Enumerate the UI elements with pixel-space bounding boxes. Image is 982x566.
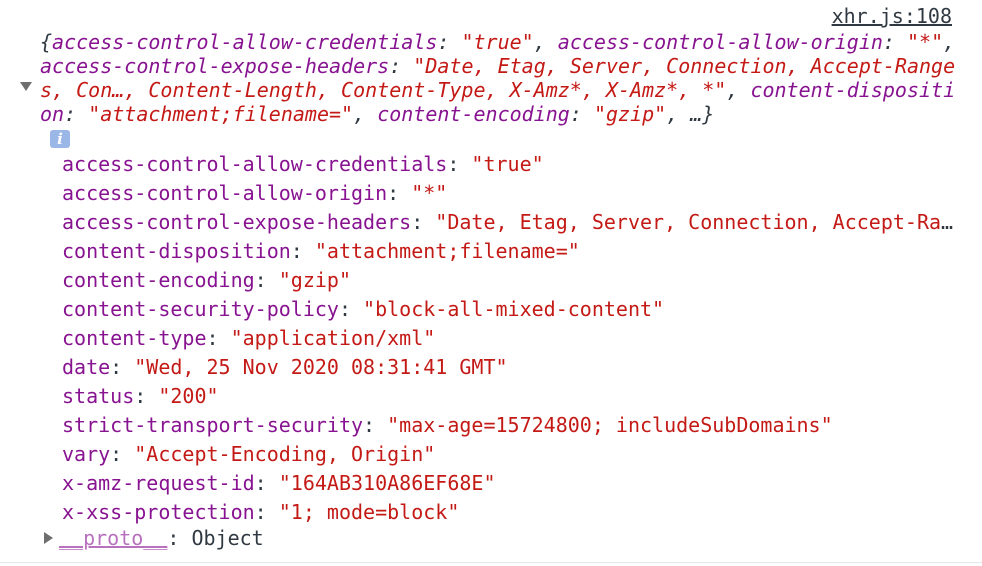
summary-entry: access-control-allow-origin: "*" [557,30,944,54]
property-row: date: "Wed, 25 Nov 2020 08:31:41 GMT" [62,355,508,379]
source-link[interactable]: xhr.js:108 [832,4,952,28]
property-key: strict-transport-security [62,413,364,437]
summary-value: "*" [907,30,944,54]
property-key: vary [62,442,111,466]
info-icon[interactable]: i [50,130,70,148]
property-row: x-xss-protection: "1; mode=block" [62,500,460,524]
summary-key: access-control-expose-headers [40,54,390,78]
summary-open-brace: { [40,30,53,54]
property-row: access-control-allow-credentials: "true" [62,152,544,176]
property-key: date [62,355,111,379]
proto-row[interactable]: __proto__: Object [44,524,264,553]
summary-key: access-control-allow-origin [557,30,883,54]
property-row: content-security-policy: "block-all-mixe… [62,297,665,321]
property-value[interactable]: "attachment;filename=" [315,239,580,263]
property-row: content-type: "application/xml" [62,326,436,350]
property-key: content-disposition [62,239,291,263]
property-row: x-amz-request-id: "164AB310A86EF68E" [62,471,496,495]
property-value[interactable]: "block-all-mixed-content" [363,297,664,321]
property-key: access-control-allow-credentials [62,152,448,176]
summary-value: "gzip" [593,102,667,126]
object-summary[interactable]: {access-control-allow-credentials: "true… [40,30,962,126]
property-row: status: "200" [62,384,219,408]
expand-triangle-icon[interactable] [20,82,32,91]
property-key: access-control-allow-origin [62,181,388,205]
property-row: access-control-allow-origin: "*" [62,181,448,205]
property-value[interactable]: "*" [411,181,447,205]
summary-value: "true" [461,30,534,54]
proto-key: __proto__ [59,526,168,550]
property-key: status [62,384,135,408]
property-row: vary: "Accept-Encoding, Origin" [62,442,436,466]
property-value[interactable]: "200" [158,384,218,408]
summary-close: , …} [666,102,715,126]
property-value[interactable]: "true" [471,152,543,176]
property-key: content-security-policy [62,297,339,321]
property-key: content-type [62,326,207,350]
collapsed-triangle-icon[interactable] [44,531,53,544]
property-row: content-encoding: "gzip" [62,268,351,292]
property-value[interactable]: "1; mode=block" [279,500,460,524]
property-key: x-amz-request-id [62,471,255,495]
summary-entry: access-control-allow-credentials: "true" [52,30,534,54]
property-value[interactable]: "Accept-Encoding, Origin" [134,442,435,466]
property-list: access-control-allow-credentials: "true"… [62,150,962,527]
summary-key: access-control-allow-credentials [52,30,438,54]
console-divider [0,562,982,563]
summary-value: "attachment;filename=" [88,102,354,126]
property-row: content-disposition: "attachment;filenam… [62,239,580,263]
property-key: access-control-expose-headers [62,210,412,234]
property-row: access-control-expose-headers: "Date, Et… [62,208,962,237]
property-value[interactable]: "Date, Etag, Server, Connection, Accept-… [435,210,962,234]
property-key: content-encoding [62,268,255,292]
property-row: strict-transport-security: "max-age=1572… [62,413,833,437]
proto-value: Object [191,526,264,550]
property-key: x-xss-protection [62,500,255,524]
property-value[interactable]: "application/xml" [231,326,436,350]
property-value[interactable]: "Wed, 25 Nov 2020 08:31:41 GMT" [134,355,507,379]
summary-key: content-encoding [377,102,570,126]
property-value[interactable]: "gzip" [279,268,351,292]
summary-entry: content-encoding: "gzip" [377,102,667,126]
property-value[interactable]: "max-age=15724800; includeSubDomains" [387,413,833,437]
property-value[interactable]: "164AB310A86EF68E" [279,471,496,495]
